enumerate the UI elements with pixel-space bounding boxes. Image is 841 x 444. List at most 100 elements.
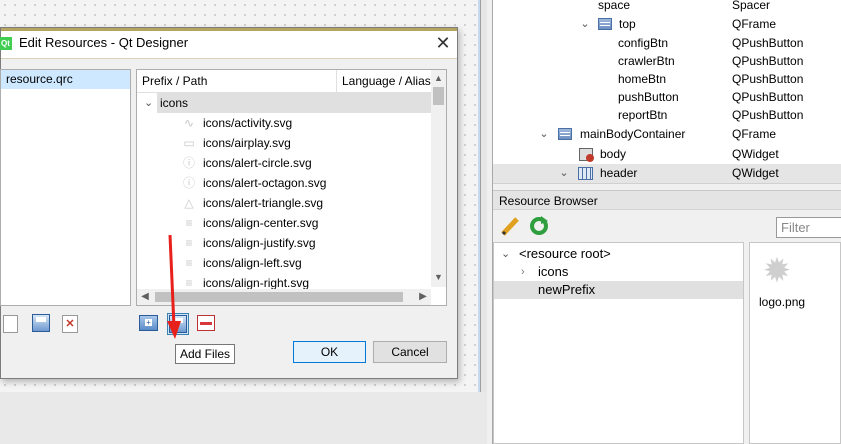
file-row[interactable]: ▭ icons/airplay.svg xyxy=(137,133,431,153)
resource-file-view[interactable]: ✹ logo.png xyxy=(749,242,841,444)
ok-button[interactable]: OK xyxy=(293,341,366,363)
scroll-up-icon[interactable]: ▲ xyxy=(431,70,446,86)
chevron-right-icon[interactable]: › xyxy=(521,263,525,281)
add-prefix-button[interactable]: + xyxy=(139,314,159,334)
chevron-down-icon[interactable]: ⌄ xyxy=(580,15,590,34)
file-path: icons/alert-circle.svg xyxy=(203,156,312,170)
object-class: QWidget xyxy=(732,147,779,161)
tree-row[interactable]: ⌄ icons xyxy=(137,93,439,113)
file-path: icons/alert-triangle.svg xyxy=(203,196,324,210)
scroll-right-icon[interactable]: ▶ xyxy=(415,289,431,305)
object-name: homeBtn xyxy=(618,72,667,86)
object-class: QFrame xyxy=(732,17,777,31)
file-path: icons/activity.svg xyxy=(203,116,293,130)
object-class: Spacer xyxy=(732,0,771,12)
object-class: QPushButton xyxy=(732,90,804,104)
resource-browser-title: Resource Browser xyxy=(493,190,841,210)
object-name: configBtn xyxy=(618,36,669,50)
chevron-down-icon[interactable]: ⌄ xyxy=(144,93,153,113)
object-name: crawlerBtn xyxy=(618,54,675,68)
object-inspector-tree[interactable]: space Spacer ⌄ top QFrame configBtn QPus… xyxy=(493,0,841,183)
tree-row[interactable]: body QWidget xyxy=(493,145,841,164)
add-prefix-icon: + xyxy=(139,315,158,331)
dock-separator[interactable] xyxy=(493,183,841,190)
pencil-icon xyxy=(501,217,519,236)
object-name: reportBtn xyxy=(618,108,668,122)
column-language-alias[interactable]: Language / Alias xyxy=(337,70,431,92)
tree-row[interactable]: newPrefix xyxy=(494,281,743,299)
object-name: mainBodyContainer xyxy=(580,127,686,141)
tree-row[interactable]: ⌄ <resource root> xyxy=(494,245,743,263)
file-path: icons/align-center.svg xyxy=(203,216,319,230)
qt-logo-icon: Qt xyxy=(0,37,12,50)
object-name: pushButton xyxy=(618,90,679,104)
scroll-thumb[interactable] xyxy=(155,292,403,302)
object-class: QPushButton xyxy=(732,54,804,68)
tree-row[interactable]: crawlerBtn QPushButton xyxy=(493,52,841,71)
annotation-arrow xyxy=(167,234,181,339)
alert-triangle-icon: △ xyxy=(184,196,194,210)
qrc-file-list[interactable]: resource.qrc xyxy=(0,69,131,306)
tree-row[interactable]: ⌄ top QFrame xyxy=(493,15,841,34)
save-button[interactable] xyxy=(32,314,52,334)
object-name: space xyxy=(598,0,631,12)
dialog-title: Edit Resources - Qt Designer xyxy=(19,35,189,50)
chevron-down-icon[interactable]: ⌄ xyxy=(559,164,569,183)
scroll-left-icon[interactable]: ◀ xyxy=(137,289,153,305)
file-row[interactable]: ⓘ icons/alert-circle.svg xyxy=(137,153,431,173)
tree-label: <resource root> xyxy=(519,246,611,261)
object-class: QPushButton xyxy=(732,108,804,122)
remove-resource-file-button[interactable]: ✕ xyxy=(62,315,82,335)
chevron-down-icon[interactable]: ⌄ xyxy=(539,125,549,144)
align-center-icon: ≡ xyxy=(185,216,193,230)
object-class: QPushButton xyxy=(732,36,804,50)
activity-icon: ∿ xyxy=(183,116,195,130)
object-class: QFrame xyxy=(732,127,777,141)
widget-icon xyxy=(579,148,594,162)
tree-label: newPrefix xyxy=(538,282,596,297)
tree-row[interactable]: ⌄ mainBodyContainer QFrame xyxy=(493,125,841,144)
header-icon xyxy=(578,167,593,180)
object-class: QPushButton xyxy=(732,72,804,86)
filter-input[interactable]: Filter xyxy=(776,217,841,238)
tree-row[interactable]: space Spacer xyxy=(493,0,841,15)
file-row[interactable]: ∿ icons/activity.svg xyxy=(137,113,431,133)
file-row[interactable]: △ icons/alert-triangle.svg xyxy=(137,193,431,213)
canvas-scroll-edge xyxy=(480,0,487,392)
minus-icon xyxy=(197,315,215,331)
file-label[interactable]: logo.png xyxy=(759,295,805,309)
tree-row[interactable]: reportBtn QPushButton xyxy=(493,106,841,125)
tree-row[interactable]: › icons xyxy=(494,263,743,281)
object-name: top xyxy=(619,17,636,31)
remove-icon: ✕ xyxy=(62,315,78,333)
remove-button[interactable] xyxy=(197,314,217,334)
tree-row[interactable]: pushButton QPushButton xyxy=(493,88,841,107)
reload-button[interactable] xyxy=(528,215,550,237)
reload-icon xyxy=(530,216,548,235)
object-class: QWidget xyxy=(732,166,779,180)
vertical-scrollbar[interactable]: ▲ ▼ xyxy=(431,70,446,287)
tooltip: Add Files xyxy=(175,344,236,364)
file-row[interactable]: ≡ icons/align-center.svg xyxy=(137,213,431,233)
new-resource-file-button[interactable] xyxy=(3,315,18,333)
list-item[interactable]: resource.qrc xyxy=(1,70,130,89)
object-name: body xyxy=(600,147,627,161)
scroll-down-icon[interactable]: ▼ xyxy=(431,269,446,285)
dialog-titlebar[interactable]: Qt Edit Resources - Qt Designer ✕ xyxy=(0,28,457,59)
file-row[interactable]: ⓘ icons/alert-octagon.svg xyxy=(137,173,431,193)
close-icon[interactable]: ✕ xyxy=(431,31,455,55)
column-header: Prefix / Path Language / Alias xyxy=(137,70,431,93)
tree-row[interactable]: homeBtn QPushButton xyxy=(493,70,841,89)
image-file-icon[interactable]: ✹ xyxy=(758,251,796,291)
scroll-thumb[interactable] xyxy=(433,87,444,105)
column-prefix-path[interactable]: Prefix / Path xyxy=(137,70,337,92)
airplay-icon: ▭ xyxy=(183,136,195,150)
tree-row[interactable]: configBtn QPushButton xyxy=(493,34,841,53)
file-path: icons/align-left.svg xyxy=(203,256,302,270)
chevron-down-icon[interactable]: ⌄ xyxy=(501,245,510,263)
cancel-button[interactable]: Cancel xyxy=(373,341,447,363)
resource-tree[interactable]: ⌄ <resource root> › icons newPrefix xyxy=(493,242,744,444)
edit-resources-button[interactable] xyxy=(499,215,521,237)
tree-row[interactable]: ⌄ header QWidget xyxy=(493,164,841,183)
tree-label: icons xyxy=(538,264,569,279)
